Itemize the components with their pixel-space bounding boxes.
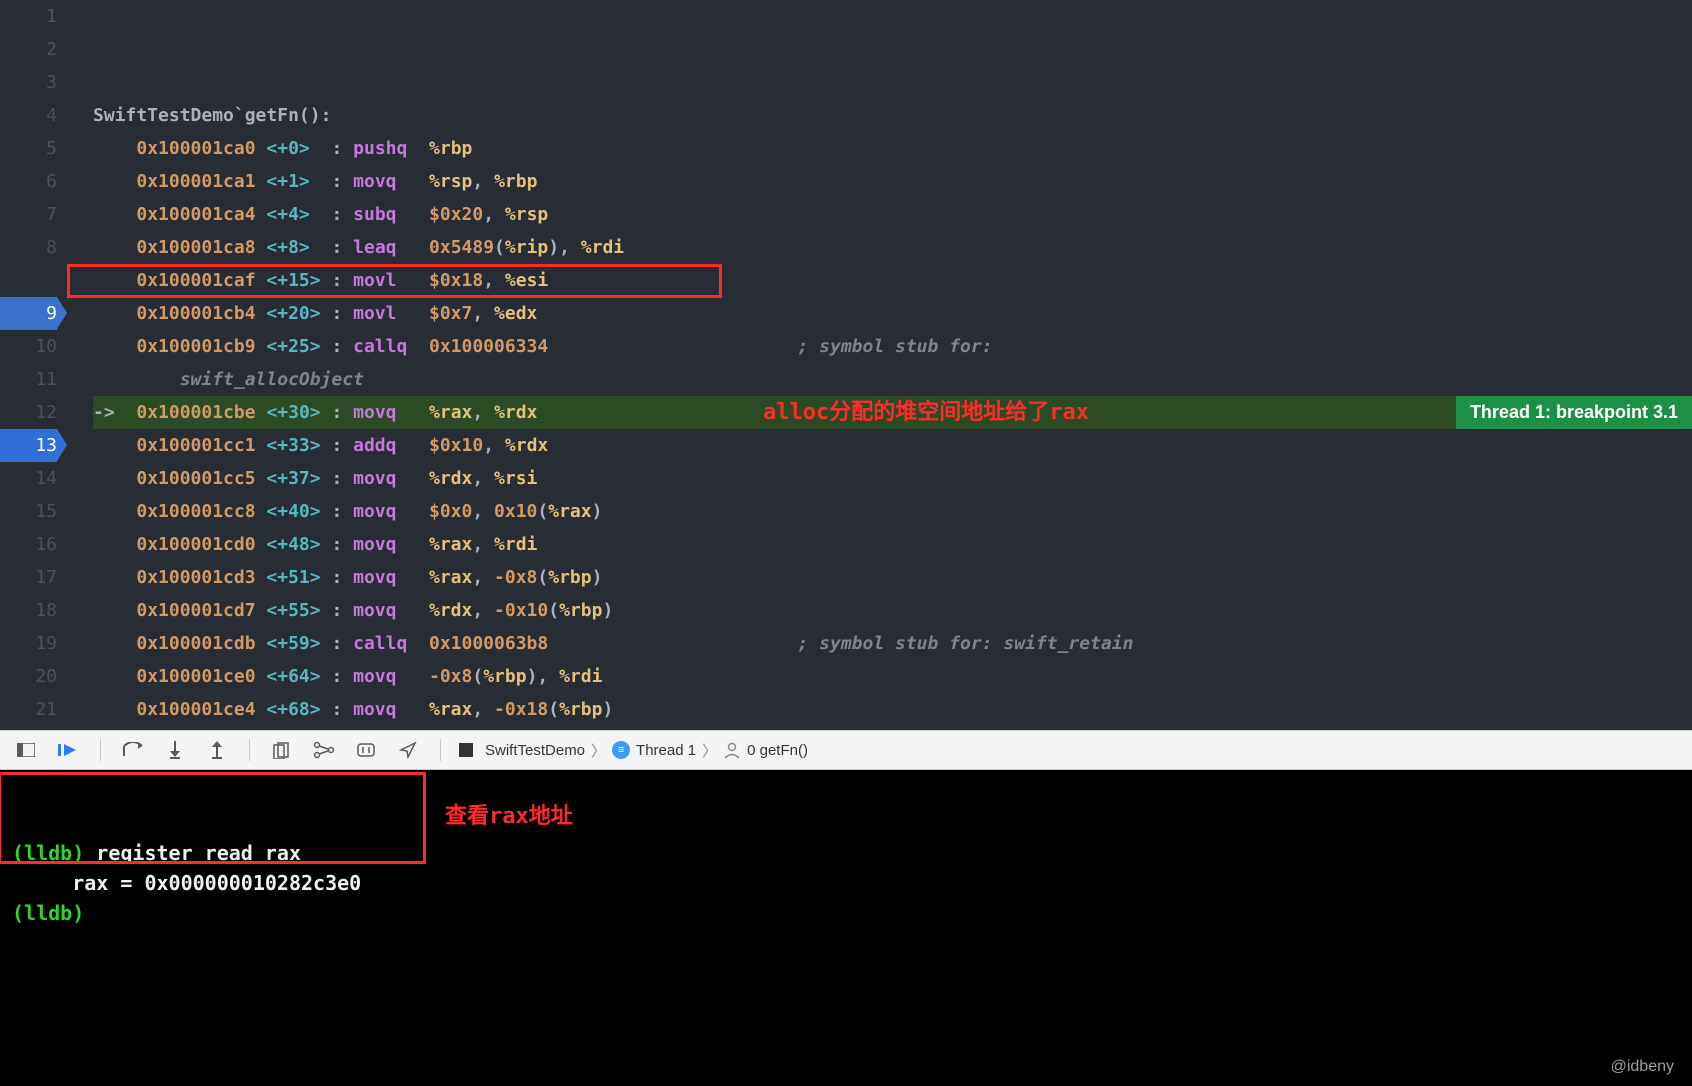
lldb-command: register read rax <box>96 841 301 865</box>
toolbar-separator <box>100 739 101 761</box>
line-number[interactable]: 13 <box>0 429 57 462</box>
debug-memory-graph-button[interactable] <box>310 736 338 764</box>
line-number[interactable]: 20 <box>0 660 57 693</box>
lldb-prompt: (lldb) <box>12 901 84 925</box>
asm-line: 0x100001cdb <+59> : callq 0x1000063b8 ; … <box>93 627 1692 660</box>
asm-line: 0x100001ca0 <+0> : pushq %rbp <box>93 132 1692 165</box>
asm-line: -> 0x100001cbe <+30> : movq %rax, %rdxal… <box>93 396 1692 429</box>
thread-icon: ≡ <box>612 741 630 759</box>
chevron-right-icon: 〉 <box>702 740 717 761</box>
line-number[interactable]: 18 <box>0 594 57 627</box>
step-into-button[interactable] <box>161 736 189 764</box>
step-out-button[interactable] <box>203 736 231 764</box>
asm-line: 0x100001ca4 <+4> : subq $0x20, %rsp <box>93 198 1692 231</box>
asm-line: 0x100001cc8 <+40> : movq $0x0, 0x10(%rax… <box>93 495 1692 528</box>
lldb-prompt: (lldb) <box>12 841 84 865</box>
toolbar-separator <box>249 739 250 761</box>
asm-line: 0x100001cb9 <+25> : callq 0x100006334 ; … <box>93 330 1692 363</box>
app-icon <box>459 743 473 757</box>
asm-line: 0x100001cd0 <+48> : movq %rax, %rdi <box>93 528 1692 561</box>
line-number[interactable]: 3 <box>0 66 57 99</box>
person-icon <box>723 741 741 759</box>
simulate-location-button[interactable] <box>394 736 422 764</box>
asm-line: 0x100001ca1 <+1> : movq %rsp, %rbp <box>93 165 1692 198</box>
line-number[interactable]: 12 <box>0 396 57 429</box>
line-number[interactable]: 15 <box>0 495 57 528</box>
line-number[interactable]: 5 <box>0 132 57 165</box>
toolbar-separator <box>440 739 441 761</box>
line-number[interactable]: 21 <box>0 693 57 726</box>
line-number[interactable]: 4 <box>0 99 57 132</box>
crumb-app: SwiftTestDemo <box>485 742 585 759</box>
line-number[interactable]: 1 <box>0 0 57 33</box>
step-over-button[interactable] <box>119 736 147 764</box>
annotation-red: alloc分配的堆空间地址给了rax <box>763 396 1089 429</box>
code-area[interactable]: SwiftTestDemo`getFn(): 0x100001ca0 <+0> … <box>75 0 1692 730</box>
disassembly-editor: 123456789101112131415161718192021 SwiftT… <box>0 0 1692 730</box>
line-number[interactable]: 6 <box>0 165 57 198</box>
asm-line: 0x100001ce0 <+64> : movq -0x8(%rbp), %rd… <box>93 660 1692 693</box>
asm-line: 0x100001cd3 <+51> : movq %rax, -0x8(%rbp… <box>93 561 1692 594</box>
annotation-red: 查看rax地址 <box>445 802 573 832</box>
line-number[interactable]: 17 <box>0 561 57 594</box>
line-number[interactable]: 16 <box>0 528 57 561</box>
debug-breadcrumb[interactable]: SwiftTestDemo 〉 ≡ Thread 1 〉 0 getFn() <box>459 740 808 761</box>
asm-line: 0x100001ce4 <+68> : movq %rax, -0x18(%rb… <box>93 693 1692 726</box>
asm-line: 0x100001ca8 <+8> : leaq 0x5489(%rip), %r… <box>93 231 1692 264</box>
line-number[interactable]: 10 <box>0 330 57 363</box>
asm-line: 0x100001cd7 <+55> : movq %rdx, -0x10(%rb… <box>93 594 1692 627</box>
debug-view-hierarchy-button[interactable] <box>268 736 296 764</box>
asm-line: 0x100001cb4 <+20> : movl $0x7, %edx <box>93 297 1692 330</box>
toggle-debug-button[interactable] <box>12 736 40 764</box>
asm-line: 0x100001cc1 <+33> : addq $0x10, %rdx <box>93 429 1692 462</box>
asm-line-wrap: swift_allocObject <box>93 363 1692 396</box>
chevron-right-icon: 〉 <box>591 740 606 761</box>
continue-button[interactable] <box>54 736 82 764</box>
asm-line: 0x100001caf <+15> : movl $0x18, %esi <box>93 264 1692 297</box>
line-number[interactable]: 2 <box>0 33 57 66</box>
crumb-frame: 0 getFn() <box>747 742 808 759</box>
lldb-output: rax = 0x000000010282c3e0 <box>12 871 361 895</box>
line-number[interactable]: 9 <box>0 297 57 330</box>
line-number-gutter: 123456789101112131415161718192021 <box>0 0 75 730</box>
asm-line: 0x100001ce8 <+72> : callq 0x1000063b2 ; … <box>93 726 1692 730</box>
line-number[interactable]: 7 <box>0 198 57 231</box>
environment-overrides-button[interactable] <box>352 736 380 764</box>
line-number[interactable]: 19 <box>0 627 57 660</box>
line-number[interactable]: 11 <box>0 363 57 396</box>
crumb-thread: Thread 1 <box>636 742 696 759</box>
debug-toolbar: SwiftTestDemo 〉 ≡ Thread 1 〉 0 getFn() <box>0 730 1692 770</box>
asm-line: 0x100001cc5 <+37> : movq %rdx, %rsi <box>93 462 1692 495</box>
lldb-console[interactable]: (lldb) register read rax rax = 0x0000000… <box>0 770 1692 1086</box>
line-number[interactable]: 14 <box>0 462 57 495</box>
watermark: @idbeny <box>1611 1058 1674 1076</box>
breakpoint-badge[interactable]: Thread 1: breakpoint 3.1 <box>1456 396 1692 429</box>
line-number[interactable]: 8 <box>0 231 57 264</box>
asm-line: SwiftTestDemo`getFn(): <box>93 99 1692 132</box>
